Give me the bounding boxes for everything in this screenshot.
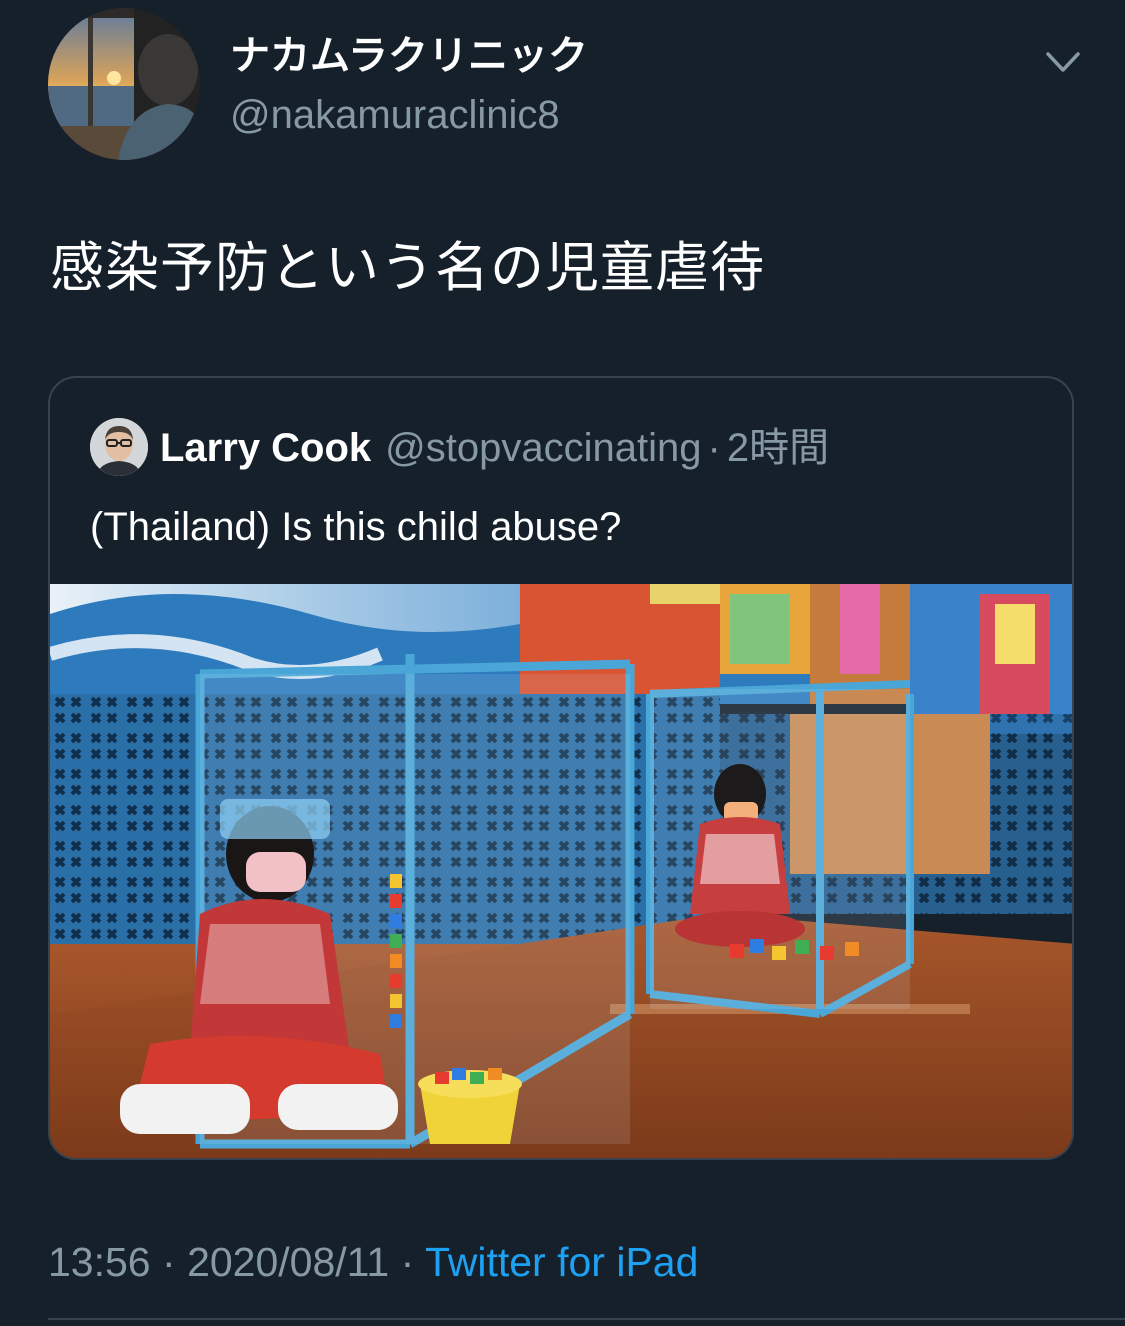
classroom-photo xyxy=(50,584,1072,1158)
quoted-tweet-photo[interactable] xyxy=(50,584,1072,1158)
author-avatar[interactable] xyxy=(48,8,200,160)
quoted-tweet-text: (Thailand) Is this child abuse? xyxy=(90,505,622,549)
meta-separator: · xyxy=(400,1239,415,1285)
tweet-source-link[interactable]: Twitter for iPad xyxy=(425,1239,698,1285)
separator-dot: · xyxy=(707,426,721,470)
quoted-author-handle[interactable]: @stopvaccinating xyxy=(385,426,701,470)
chevron-down-icon[interactable] xyxy=(1040,44,1086,80)
author-handle[interactable]: @nakamuraclinic8 xyxy=(230,90,560,140)
divider xyxy=(48,1318,1125,1320)
quoted-author-name[interactable]: Larry Cook xyxy=(160,426,371,470)
meta-separator: · xyxy=(162,1239,176,1285)
tweet-date: 2020/08/11 xyxy=(187,1239,390,1285)
quoted-tweet-header: Larry Cook @stopvaccinating · 2時間 xyxy=(160,420,829,476)
tweet-text: 感染予防という名の児童虐待 xyxy=(50,236,765,299)
author-avatar-photo xyxy=(48,8,200,160)
tweet-meta: 13:56 · 2020/08/11 · Twitter for iPad xyxy=(48,1236,698,1288)
quoted-tweet-card[interactable]: Larry Cook @stopvaccinating · 2時間 (Thailand… xyxy=(48,376,1074,1160)
author-name[interactable]: ナカムラクリニック xyxy=(230,30,588,82)
tweet-time: 13:56 xyxy=(48,1239,151,1285)
quoted-tweet-time[interactable]: 2時間 xyxy=(727,426,829,470)
quoted-author-avatar xyxy=(90,418,148,476)
